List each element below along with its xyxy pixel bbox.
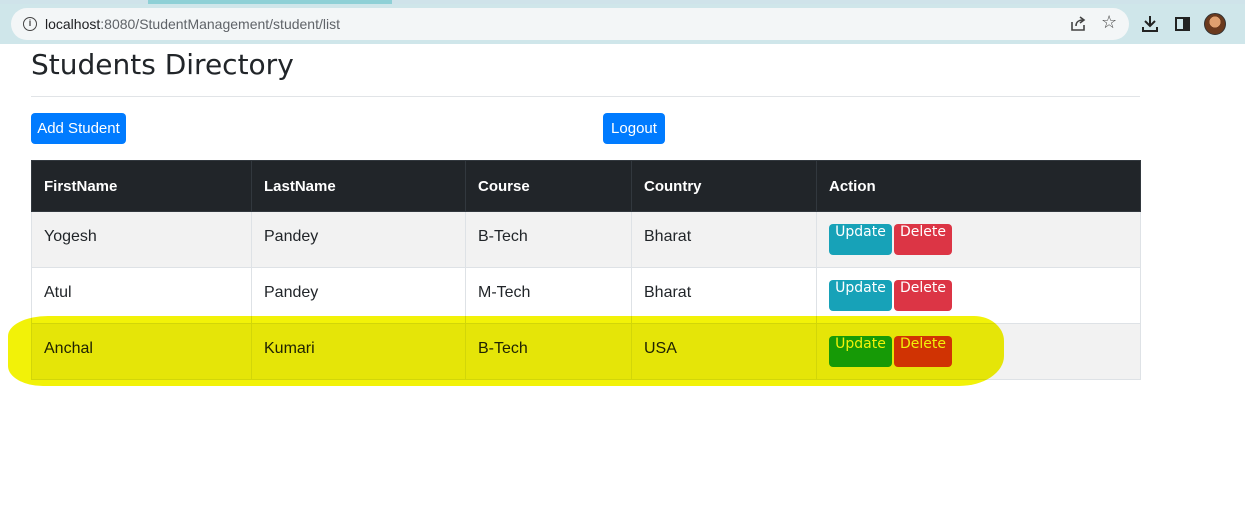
- cell-country: USA: [631, 323, 817, 380]
- table-row: Yogesh Pandey B-Tech Bharat Update Delete: [31, 211, 1141, 268]
- bookmark-star-icon[interactable]: ☆: [1101, 12, 1117, 33]
- share-icon[interactable]: [1069, 15, 1087, 33]
- cell-action: Update Delete: [816, 211, 1141, 268]
- cell-course: B-Tech: [465, 211, 632, 268]
- download-icon[interactable]: [1141, 15, 1159, 33]
- cell-lastname: Kumari: [251, 323, 466, 380]
- url-path: :8080/StudentManagement/student/list: [100, 16, 340, 32]
- cell-action: Update Delete: [816, 267, 1141, 324]
- url-text[interactable]: localhost:8080/StudentManagement/student…: [45, 16, 340, 32]
- cell-course: B-Tech: [465, 323, 632, 380]
- cell-firstname: Atul: [31, 267, 252, 324]
- divider: [31, 96, 1140, 97]
- site-info-icon[interactable]: i: [23, 17, 37, 31]
- table-row: Anchal Kumari B-Tech USA Update Delete: [31, 323, 1141, 380]
- delete-button[interactable]: Delete: [894, 336, 952, 367]
- update-button[interactable]: Update: [829, 224, 892, 255]
- cell-firstname: Yogesh: [31, 211, 252, 268]
- update-button[interactable]: Update: [829, 336, 892, 367]
- logout-button[interactable]: Logout: [603, 113, 665, 144]
- cell-course: M-Tech: [465, 267, 632, 324]
- profile-avatar[interactable]: [1204, 13, 1226, 35]
- address-bar[interactable]: i localhost:8080/StudentManagement/stude…: [11, 8, 1129, 40]
- delete-button[interactable]: Delete: [894, 224, 952, 255]
- browser-toolbar: i localhost:8080/StudentManagement/stude…: [0, 4, 1245, 44]
- column-header-lastname: LastName: [251, 160, 466, 212]
- column-header-action: Action: [816, 160, 1141, 212]
- table-row: Atul Pandey M-Tech Bharat Update Delete: [31, 267, 1141, 324]
- cell-firstname: Anchal: [31, 323, 252, 380]
- delete-button[interactable]: Delete: [894, 280, 952, 311]
- update-button[interactable]: Update: [829, 280, 892, 311]
- page-title: Students Directory: [31, 48, 294, 81]
- cell-lastname: Pandey: [251, 211, 466, 268]
- side-panel-icon[interactable]: [1175, 17, 1190, 31]
- column-header-course: Course: [465, 160, 632, 212]
- cell-lastname: Pandey: [251, 267, 466, 324]
- cell-action: Update Delete: [816, 323, 1141, 380]
- url-host: localhost: [45, 16, 101, 32]
- students-table: FirstName LastName Course Country Action…: [31, 160, 1141, 380]
- column-header-country: Country: [631, 160, 817, 212]
- add-student-button[interactable]: Add Student: [31, 113, 126, 144]
- cell-country: Bharat: [631, 267, 817, 324]
- table-header-row: FirstName LastName Course Country Action: [31, 160, 1141, 212]
- column-header-firstname: FirstName: [31, 160, 252, 212]
- cell-country: Bharat: [631, 211, 817, 268]
